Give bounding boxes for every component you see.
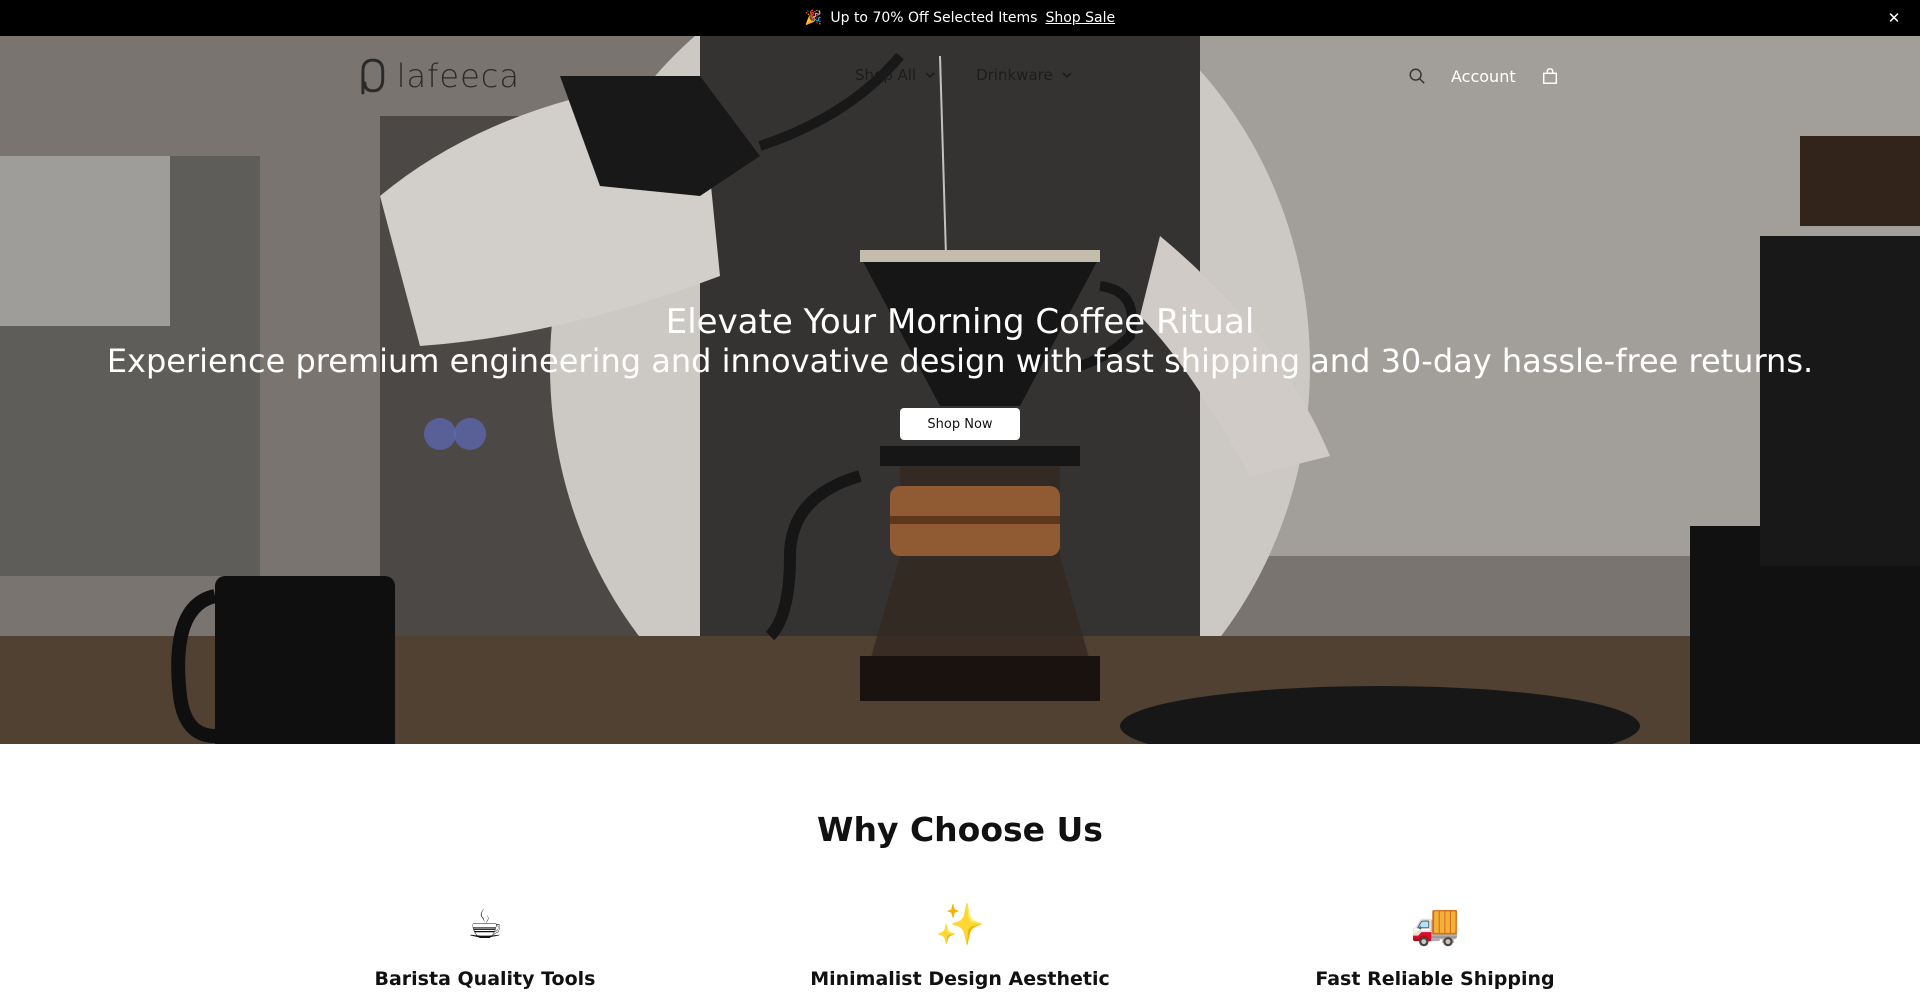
chevron-down-icon — [1062, 72, 1072, 79]
main-nav: Shop All Drinkware — [855, 66, 1073, 84]
shop-sale-link[interactable]: Shop Sale — [1045, 10, 1115, 26]
header-actions: Account — [1405, 64, 1562, 88]
party-icon: 🎉 — [804, 10, 823, 26]
feature-barista-tools: ☕ Barista Quality Tools — [325, 900, 645, 990]
close-icon[interactable]: ✕ — [1884, 8, 1904, 28]
bag-icon[interactable] — [1538, 64, 1562, 88]
hero-title: Elevate Your Morning Coffee Ritual — [665, 302, 1255, 342]
account-link[interactable]: Account — [1451, 67, 1516, 86]
logo[interactable]: lafeeca — [355, 56, 520, 96]
hero-section — [0, 36, 1920, 744]
search-icon[interactable] — [1405, 64, 1429, 88]
feature-label: Barista Quality Tools — [374, 968, 596, 990]
chevron-down-icon — [925, 72, 935, 79]
feature-fast-shipping: 🚚 Fast Reliable Shipping — [1275, 900, 1595, 990]
why-choose-us-heading: Why Choose Us — [817, 810, 1103, 849]
feature-label: Fast Reliable Shipping — [1315, 968, 1555, 990]
nav-drinkware[interactable]: Drinkware — [976, 66, 1073, 84]
hero-overlay — [0, 36, 1920, 744]
announcement-text: Up to 70% Off Selected Items — [830, 10, 1038, 26]
nav-drinkware-label: Drinkware — [976, 66, 1053, 84]
hero-subtitle: Experience premium engineering and innov… — [106, 342, 1814, 380]
logo-text: lafeeca — [396, 57, 520, 95]
shop-now-button[interactable]: Shop Now — [900, 408, 1020, 440]
coffee-cup-icon: ☕ — [467, 902, 503, 948]
site-header: lafeeca Shop All Drinkware Account — [0, 36, 1920, 116]
nav-shop-all-label: Shop All — [855, 66, 917, 84]
nav-shop-all[interactable]: Shop All — [855, 66, 936, 84]
feature-label: Minimalist Design Aesthetic — [810, 968, 1110, 990]
feature-minimalist-design: ✨ Minimalist Design Aesthetic — [800, 900, 1120, 990]
announcement-bar: 🎉 Up to 70% Off Selected Items Shop Sale… — [0, 0, 1920, 36]
sparkles-icon: ✨ — [935, 902, 985, 948]
logo-mark-icon — [361, 58, 385, 95]
delivery-truck-icon: 🚚 — [1410, 902, 1460, 948]
